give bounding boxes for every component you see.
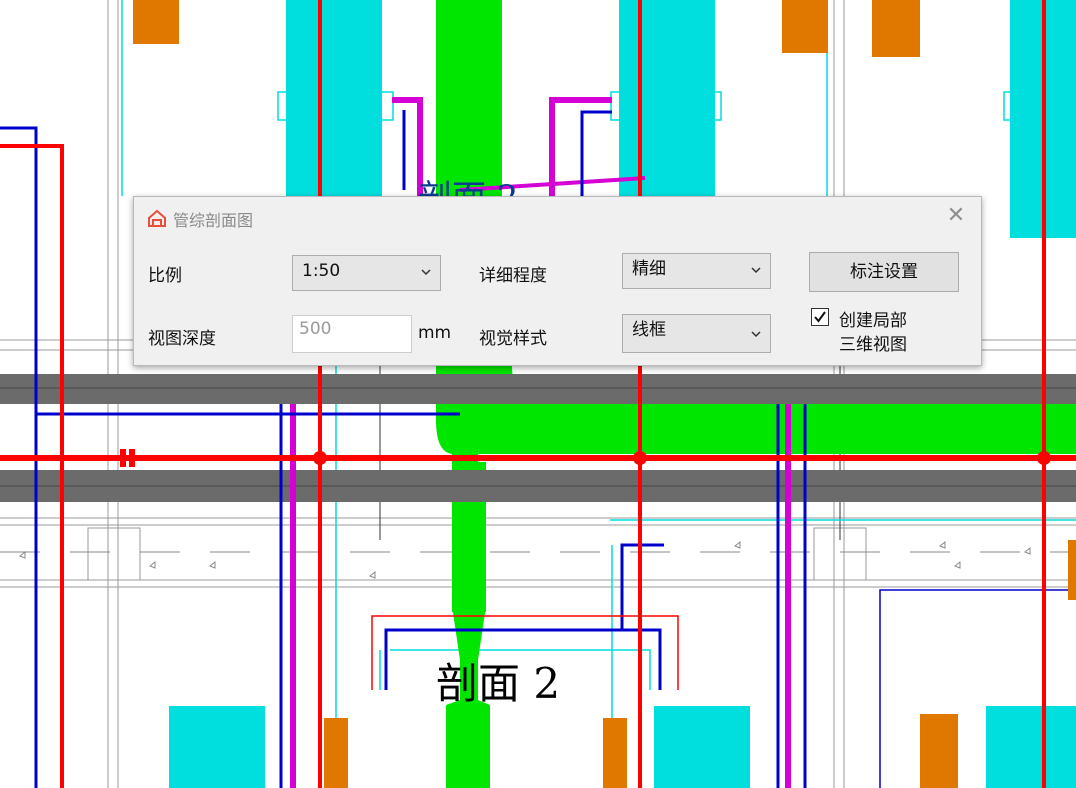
checkmark-icon xyxy=(814,311,826,323)
dialog-title: 管综剖面图 xyxy=(173,211,254,230)
visual-style-dropdown[interactable]: 线框 xyxy=(622,314,771,353)
slab-hatch-marks xyxy=(0,540,1076,579)
detail-level-dropdown[interactable]: 精细 xyxy=(622,253,771,289)
app-logo-icon xyxy=(148,209,166,227)
detail-level-value: 精细 xyxy=(632,259,666,279)
annotation-settings-button[interactable]: 标注设置 xyxy=(809,252,959,292)
view-depth-unit: mm xyxy=(418,323,452,343)
visual-style-label: 视觉样式 xyxy=(479,329,547,349)
chevron-down-icon xyxy=(751,331,761,338)
visual-style-value: 线框 xyxy=(632,320,666,340)
scale-label: 比例 xyxy=(148,266,182,286)
view-depth-input[interactable]: 500 xyxy=(292,315,412,353)
pipe-section-dialog: 管综剖面图 ✕ 比例 1:50 详细程度 精细 标注设置 视图深度 500 mm… xyxy=(133,196,982,366)
create-local-3d-label-line2[interactable]: 三维视图 xyxy=(839,330,907,355)
detail-level-label: 详细程度 xyxy=(479,266,547,286)
close-icon[interactable]: ✕ xyxy=(945,205,967,227)
create-local-3d-label-line1[interactable]: 创建局部 xyxy=(839,306,907,331)
section-label-bottom: 剖面 2 xyxy=(436,659,561,708)
create-local-3d-checkbox[interactable] xyxy=(811,308,829,326)
view-depth-label: 视图深度 xyxy=(148,329,216,349)
scale-dropdown[interactable]: 1:50 xyxy=(292,255,441,291)
chevron-down-icon xyxy=(751,267,761,274)
scale-value: 1:50 xyxy=(302,261,341,281)
chevron-down-icon xyxy=(421,269,431,276)
